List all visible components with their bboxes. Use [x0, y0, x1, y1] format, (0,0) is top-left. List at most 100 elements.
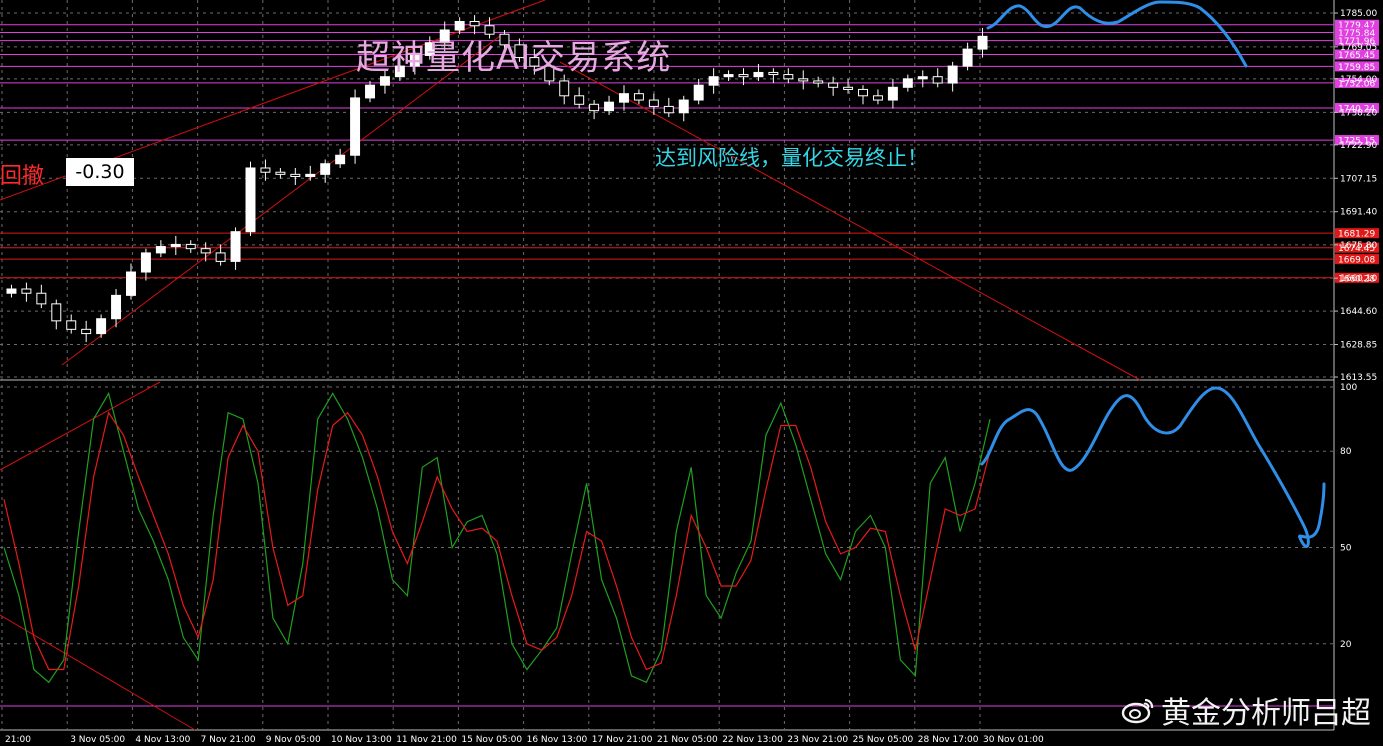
candle-body: [66, 320, 77, 330]
candle-body: [693, 84, 704, 101]
candle-body: [559, 80, 570, 97]
y-tick-label: 1785.00: [1340, 9, 1377, 19]
candle-body: [21, 288, 32, 294]
candle-body: [126, 271, 136, 296]
candle-body: [305, 173, 316, 177]
candle-body: [6, 288, 17, 294]
drawdown-label: 回撤: [0, 164, 45, 189]
price-chart: 1779.471775.841771.961765.451759.851752.…: [0, 0, 1379, 745]
candle-body: [678, 99, 689, 114]
candle-body: [245, 167, 256, 233]
stoch-y-tick-label: 20: [1340, 640, 1352, 650]
y-tick-label: 1691.40: [1340, 208, 1377, 218]
candle-body: [768, 71, 779, 76]
risk-note: 达到风险线，量化交易终止！: [655, 146, 928, 170]
trend-line: [0, 614, 196, 731]
forecast-price-stroke: [986, 0, 1248, 68]
weibo-icon: [1121, 698, 1154, 724]
x-tick-label: 9 Nov 05:00: [266, 735, 321, 745]
stochastic-series: [3, 391, 991, 684]
candle-body: [947, 65, 958, 84]
candle-body: [454, 20, 465, 31]
candle-body: [962, 48, 973, 67]
candle-body: [932, 76, 943, 84]
drawdown-value-box: -0.30: [66, 158, 134, 186]
y-tick-label: 1613.55: [1340, 373, 1377, 383]
watermark-text: 黄金分析师吕超: [1161, 696, 1371, 731]
x-tick-label: 4 Nov 13:00: [135, 735, 190, 745]
x-tick-label: 15 Nov 05:00: [461, 735, 522, 745]
candle-body: [170, 243, 181, 248]
candle-body: [230, 231, 241, 262]
candle-body: [783, 74, 794, 80]
y-tick-label: 1722.90: [1340, 141, 1377, 151]
candle-body: [81, 328, 92, 335]
trend-line: [0, 381, 161, 471]
trend-lines: [0, 0, 1141, 731]
x-tick-label: 30 Nov 01:00: [983, 735, 1044, 745]
candle-body: [648, 99, 659, 107]
y-tick-label: 1754.00: [1340, 75, 1377, 85]
x-tick-label: 10 Nov 13:00: [331, 735, 392, 745]
y-tick-label: 1707.15: [1340, 174, 1377, 184]
candle-body: [365, 84, 375, 99]
candle-body: [36, 292, 47, 305]
watermark: 黄金分析师吕超: [1121, 688, 1371, 732]
candle-body: [140, 252, 151, 273]
candle-body: [215, 252, 226, 262]
candle-body: [335, 154, 346, 165]
candle-body: [619, 93, 629, 103]
candle-body: [902, 78, 913, 88]
candle-body: [813, 80, 824, 84]
x-tick-label: 11 Nov 21:00: [396, 735, 457, 745]
x-tick-label: 28 Nov 17:00: [918, 735, 979, 745]
time-axis: 21:00 3 Nov 05:00 4 Nov 13:00 7 Nov 21:00 9 …: [5, 735, 1044, 745]
y-tick-label: 1628.85: [1340, 341, 1377, 351]
candle-body: [828, 82, 839, 88]
candle-body: [977, 35, 988, 50]
stoch-y-tick-label: 80: [1340, 447, 1352, 457]
candle-body: [51, 303, 62, 322]
forecast-stoch-stroke: [980, 386, 1326, 548]
candle-body: [96, 318, 107, 335]
trend-line: [559, 61, 1141, 381]
candle-body: [843, 86, 854, 90]
candle-body: [753, 71, 764, 78]
candle-body: [469, 20, 480, 27]
trend-line: [61, 35, 501, 366]
level-red-tag-label: 1669.08: [1338, 256, 1375, 266]
candle-body: [917, 76, 928, 80]
candle-body: [589, 103, 600, 112]
candle-body: [723, 74, 734, 78]
candle-body: [155, 246, 166, 254]
candle-body: [663, 105, 674, 114]
x-tick-label: 22 Nov 13:00: [722, 735, 783, 745]
candle-body: [708, 76, 719, 86]
candle-body: [290, 173, 301, 177]
x-tick-label: 17 Nov 21:00: [592, 735, 653, 745]
candle-body: [604, 101, 615, 112]
stoch-k-line: [3, 391, 991, 684]
stoch-y-tick-label: 100: [1340, 383, 1357, 393]
x-tick-label: 25 Nov 05:00: [853, 735, 914, 745]
x-tick-label: 21:00: [5, 735, 31, 745]
candle-body: [185, 243, 196, 250]
candle-body: [574, 95, 585, 105]
hand-drawn-forecast: [980, 0, 1326, 548]
x-tick-label: 3 Nov 05:00: [70, 735, 125, 745]
candle-body: [260, 167, 271, 173]
candle-body: [887, 86, 898, 101]
candle-body: [798, 78, 809, 82]
level-magenta-tag-label: 1759.85: [1338, 63, 1375, 73]
candle-body: [350, 97, 361, 156]
x-tick-label: 7 Nov 21:00: [201, 735, 256, 745]
candle-body: [200, 248, 211, 254]
y-tick-label: 1644.60: [1340, 307, 1377, 317]
candle-body: [320, 163, 331, 175]
x-tick-label: 21 Nov 05:00: [657, 735, 718, 745]
candle-body: [858, 88, 868, 97]
y-tick-label: 1660.10: [1340, 274, 1377, 284]
x-tick-label: 23 Nov 21:00: [787, 735, 848, 745]
candle-body: [738, 74, 749, 78]
y-tick-label: 1738.20: [1340, 108, 1377, 118]
